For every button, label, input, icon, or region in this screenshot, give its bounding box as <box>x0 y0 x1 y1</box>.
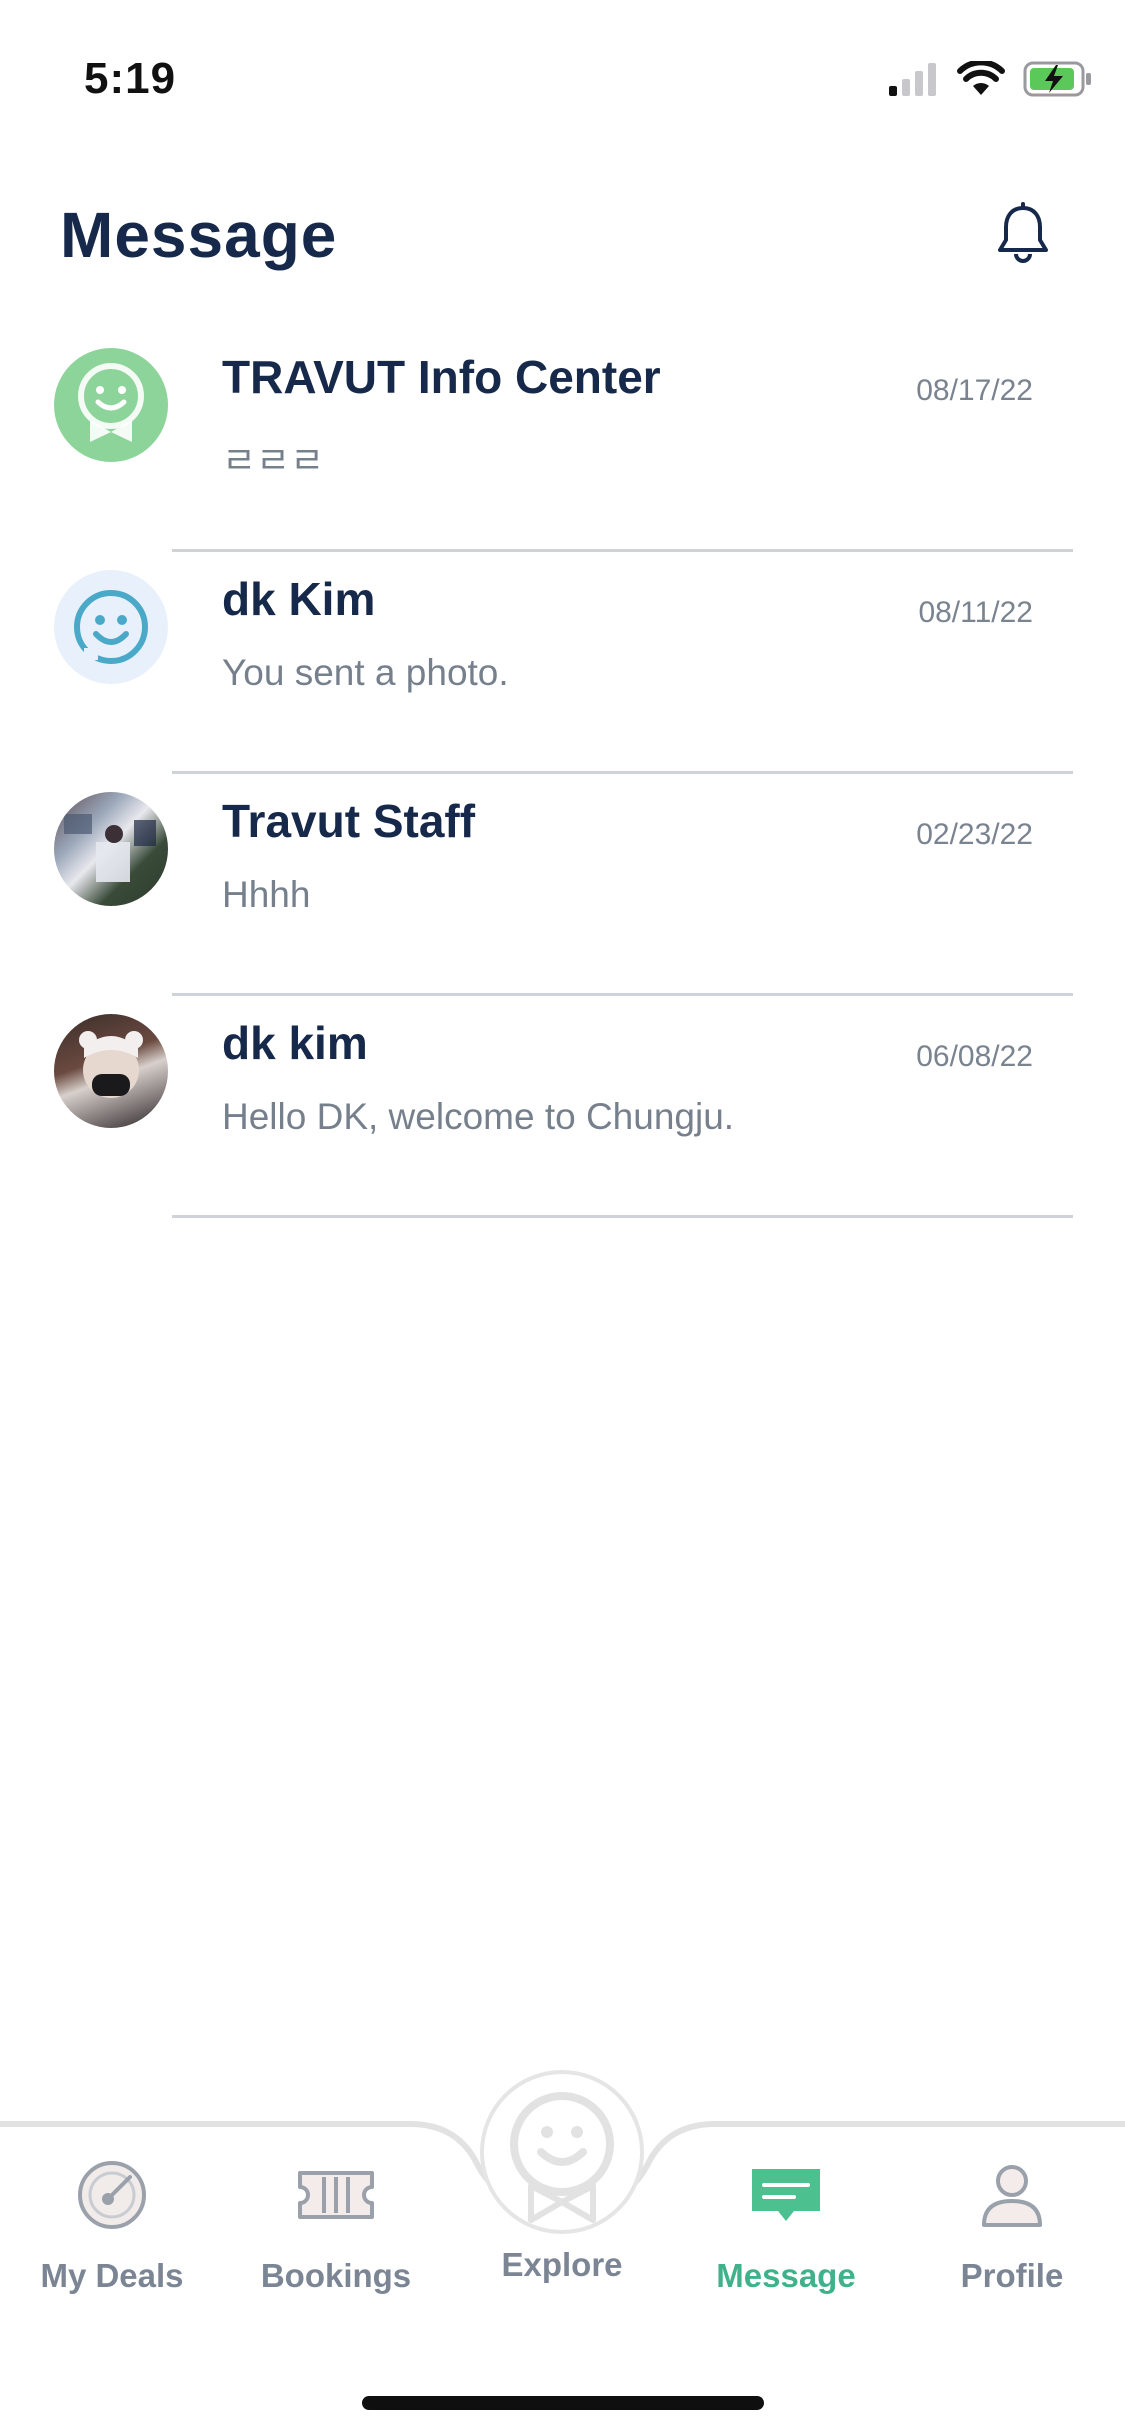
conversation-preview: You sent a photo. <box>222 652 509 693</box>
nav-profile[interactable]: Profile <box>912 2155 1112 2295</box>
status-icons <box>887 60 1093 98</box>
conversation-item[interactable]: dk Kim You sent a photo. 08/11/22 <box>0 552 1125 774</box>
page-title: Message <box>60 199 338 271</box>
signal-icon <box>889 63 936 96</box>
notification-bell-icon[interactable] <box>995 202 1051 266</box>
person-icon <box>982 2165 1042 2227</box>
conversation-item[interactable]: TRAVUT Info Center ㄹㄹㄹ 08/17/22 <box>0 330 1125 552</box>
photo-avatar <box>54 792 168 906</box>
conversation-preview: ㄹㄹㄹ <box>222 440 325 481</box>
nav-my-deals[interactable]: My Deals <box>12 2155 212 2295</box>
nav-label: Message <box>716 2257 856 2294</box>
conversation-item[interactable]: Travut Staff Hhhh 02/23/22 <box>0 774 1125 996</box>
status-time: 5:19 <box>84 54 177 103</box>
nav-message[interactable]: Message <box>686 2155 886 2295</box>
conversation-date: 08/17/22 <box>916 374 1033 407</box>
nav-label: Bookings <box>260 2257 412 2294</box>
header: Message <box>0 180 1125 300</box>
conversation-item[interactable]: dk kim Hello DK, welcome to Chungju. 06/… <box>0 996 1125 1218</box>
deals-gauge-icon <box>78 2161 146 2229</box>
photo-avatar <box>54 1014 168 1128</box>
nav-explore[interactable]: Explore <box>462 2068 662 2284</box>
wifi-icon <box>957 61 1005 95</box>
ticket-icon <box>298 2171 374 2219</box>
smiley-avatar <box>54 570 168 684</box>
conversation-name: dk kim <box>222 1017 368 1069</box>
conversation-name: dk Kim <box>222 573 376 625</box>
chat-bubble-icon <box>752 2169 820 2221</box>
conversation-date: 06/08/22 <box>916 1040 1033 1073</box>
conversation-preview: Hello DK, welcome to Chungju. <box>222 1096 735 1137</box>
nav-label: Explore <box>501 2246 623 2283</box>
conversation-list: TRAVUT Info Center ㄹㄹㄹ 08/17/22 dk Kim Y… <box>0 330 1125 1218</box>
nav-label: My Deals <box>40 2257 184 2294</box>
status-bar: 5:19 <box>0 0 1125 140</box>
nav-label: Profile <box>960 2257 1064 2294</box>
conversation-name: TRAVUT Info Center <box>222 351 661 403</box>
conversation-date: 02/23/22 <box>916 818 1033 851</box>
conversation-preview: Hhhh <box>222 874 311 915</box>
home-indicator <box>362 2396 764 2410</box>
nav-bookings[interactable]: Bookings <box>236 2155 436 2295</box>
conversation-name: Travut Staff <box>222 795 476 847</box>
travut-logo-avatar <box>54 348 168 462</box>
conversation-date: 08/11/22 <box>918 596 1033 629</box>
travut-smiley-icon <box>480 2070 644 2234</box>
battery-icon <box>1023 61 1091 97</box>
divider <box>172 1215 1073 1218</box>
